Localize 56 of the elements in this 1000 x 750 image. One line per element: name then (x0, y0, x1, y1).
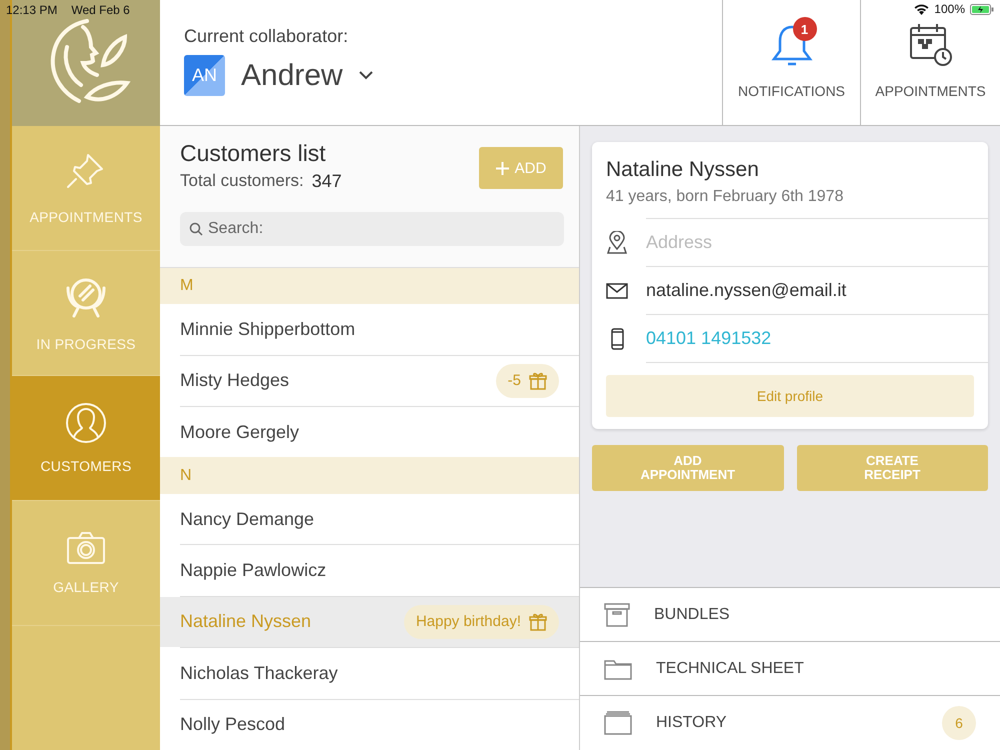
archive-box-icon (604, 602, 630, 626)
list-title: Customers list (180, 140, 327, 167)
customer-name: Moore Gergely (180, 422, 300, 443)
search-field[interactable]: Search: (180, 212, 564, 246)
folder-icon (604, 658, 632, 680)
count-badge: 6 (942, 706, 976, 740)
gift-badge: -5 (496, 364, 559, 398)
collaborator-label: Current collaborator: (184, 26, 350, 47)
menu-label: TECHNICAL SHEET (656, 660, 805, 678)
profile-name: Nataline Nyssen (606, 158, 760, 182)
customer-name: Nicholas Thackeray (180, 662, 338, 684)
profile-subtitle: 41 years, born February 6th 1978 (606, 188, 844, 206)
header-action-button[interactable]: 1 NOTIFICATIONS (722, 0, 860, 125)
section-letter: M (160, 268, 579, 304)
menu-row[interactable]: BUNDLES (580, 588, 1000, 642)
envelope-icon (606, 282, 628, 298)
customer-name: Nolly Pescod (180, 714, 286, 736)
header-action-label: NOTIFICATIONS (738, 83, 846, 99)
search-icon (189, 222, 203, 236)
menu-row[interactable]: TECHNICAL SHEET (580, 642, 1000, 696)
sidebar-label: APPOINTMENTS (30, 209, 142, 225)
gift-icon (529, 372, 547, 390)
person-icon (65, 402, 107, 444)
collaborator-avatar: AN (184, 55, 225, 96)
wifi-icon (914, 4, 930, 14)
total-count: 347 (312, 171, 342, 192)
chevron-down-icon (358, 71, 373, 80)
collaborator-dropdown[interactable]: AN Andrew (184, 55, 722, 96)
header-action-label: APPOINTMENTS (875, 83, 986, 99)
notification-count-badge: 1 (792, 17, 816, 41)
customer-name: Nappie Pawlowicz (180, 560, 326, 582)
location-pin-icon (606, 230, 628, 254)
battery-percent: 100% (934, 2, 965, 16)
collaborator-name: Andrew (241, 58, 343, 92)
customer-name: Minnie Shipperbottom (180, 318, 356, 340)
address-field[interactable]: Address (646, 232, 946, 253)
email-text: nataline.nyssen@email.it (646, 280, 846, 301)
sidebar-label: GALLERY (53, 579, 119, 595)
sidebar-label: IN PROGRESS (36, 336, 136, 352)
customer-name: Nataline Nyssen (180, 611, 312, 632)
gift-icon (529, 612, 547, 631)
status-date: Wed Feb 6 (71, 3, 130, 17)
plus-icon (496, 162, 509, 174)
status-time: 12:13 PM (6, 3, 58, 17)
sidebar-label: CUSTOMERS (40, 458, 132, 474)
battery-icon (970, 4, 994, 14)
total-label: Total customers: (180, 171, 304, 192)
customer-name: Nancy Demange (180, 508, 314, 530)
stacked-folder-icon (604, 711, 632, 735)
customer-name: Misty Hedges (180, 370, 290, 392)
menu-label: BUNDLES (654, 606, 731, 624)
gift-badge: Happy birthday! (404, 604, 559, 639)
section-letter: N (160, 457, 579, 494)
menu-row[interactable]: HISTORY 6 (580, 696, 1000, 750)
camera-icon (66, 531, 106, 565)
menu-label: HISTORY (656, 714, 728, 732)
